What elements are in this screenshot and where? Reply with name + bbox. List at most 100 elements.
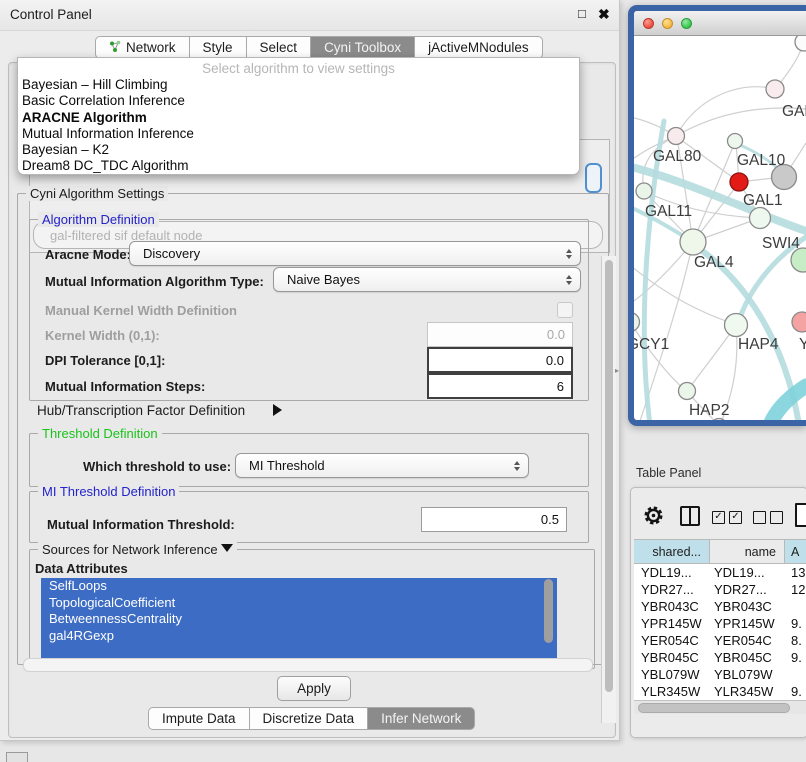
unchecked-checkbox-icon[interactable] (770, 511, 783, 524)
attribute-item-gal4rgexp[interactable]: gal4RGexp (41, 628, 557, 645)
column-header-name[interactable]: name (710, 540, 785, 563)
network-node-label-gal11: GAL11 (645, 203, 692, 220)
network-node-y[interactable] (792, 312, 806, 332)
aracne-mode-label: Aracne Mode: (45, 247, 131, 262)
attribute-item-partial[interactable] (41, 644, 557, 658)
table-cell: YDL19... (634, 565, 710, 580)
stepper-arrows-icon (566, 275, 572, 285)
algorithm-option-aracne-algorithm[interactable]: ARACNE Algorithm (22, 110, 575, 126)
tab-select-label: Select (260, 40, 298, 55)
network-node-gcy1[interactable] (634, 313, 640, 332)
network-node-label-swi4: SWI4 (762, 235, 800, 252)
collapse-down-arrow-icon[interactable] (221, 544, 233, 552)
checked-checkbox-icon[interactable]: ✓ (729, 511, 742, 524)
table-row[interactable]: YBR043CYBR043C (634, 598, 806, 615)
table-row[interactable]: YDL19...YDL19...13 (634, 564, 806, 581)
tab-jactivemnodules[interactable]: jActiveMNodules (415, 36, 543, 59)
column-header-shared-[interactable]: shared... (634, 540, 710, 563)
mi-threshold-field[interactable]: 0.5 (421, 507, 567, 532)
column-header-a[interactable]: A (785, 540, 806, 563)
attribute-item-betweennesscentrality[interactable]: BetweennessCentrality (41, 611, 557, 628)
column-layout-icon[interactable] (680, 506, 700, 526)
network-node-unlabeled[interactable] (795, 36, 806, 51)
table-cell: 8. (785, 633, 806, 648)
network-node-gal4[interactable] (680, 229, 706, 255)
table-row[interactable]: YER054CYER054C8. (634, 632, 806, 649)
stepper-arrows-icon (566, 249, 572, 259)
network-node-hap2[interactable] (679, 383, 696, 400)
algorithm-dropdown-items: Bayesian – Hill ClimbingBasic Correlatio… (22, 77, 575, 175)
tab-network[interactable]: Network (95, 36, 190, 59)
network-canvas[interactable]: GALGAL80GAL10GAL1GAL11GAL4SWI4GCY1HAP4YH… (634, 36, 806, 421)
network-node-gal11[interactable] (636, 183, 652, 199)
gear-icon[interactable] (643, 505, 664, 526)
node-table: shared...nameA YDL19...YDL19...13YDR27..… (634, 539, 806, 701)
mi-steps-field[interactable]: 6 (427, 373, 573, 399)
table-row[interactable]: YBL079WYBL079W (634, 666, 806, 683)
attribute-item-selfloops[interactable]: SelfLoops (41, 578, 557, 595)
attribute-item-topologicalcoefficient[interactable]: TopologicalCoefficient (41, 595, 557, 612)
network-node-gal10[interactable] (728, 134, 743, 149)
tab-jactivemnodules-label: jActiveMNodules (428, 40, 529, 55)
network-edge[interactable] (644, 121, 664, 421)
table-row[interactable]: YPR145WYPR145W9. (634, 615, 806, 632)
tab-impute-data[interactable]: Impute Data (148, 707, 250, 730)
algorithm-option-basic-correlation-inference[interactable]: Basic Correlation Inference (22, 93, 575, 109)
network-view-window: GALGAL80GAL10GAL1GAL11GAL4SWI4GCY1HAP4YH… (628, 5, 806, 426)
dpi-tolerance-field[interactable]: 0.0 (427, 347, 573, 373)
attributes-scrollbar[interactable] (544, 579, 553, 643)
collapsed-panel-chip[interactable] (6, 752, 28, 762)
table-body: YDL19...YDL19...13YDR27...YDR27...12YBR0… (634, 564, 806, 701)
tab-infer-network[interactable]: Infer Network (368, 707, 475, 730)
tab-style[interactable]: Style (190, 36, 247, 59)
network-node-gal80[interactable] (668, 128, 685, 145)
unchecked-checkbox-icon[interactable] (753, 511, 766, 524)
table-row[interactable]: YLR345WYLR345W9. (634, 683, 806, 700)
table-cell: YBR045C (710, 650, 785, 665)
algorithm-option-dream8-dc-tdc-algorithm[interactable]: Dream8 DC_TDC Algorithm (22, 158, 575, 174)
tab-cyni-toolbox[interactable]: Cyni Toolbox (311, 36, 415, 59)
kernel-width-field[interactable]: 0.0 (427, 322, 573, 347)
close-window-icon[interactable]: ✖ (598, 6, 610, 23)
dpi-tolerance-value: 0.0 (546, 353, 564, 368)
table-row[interactable]: YBR045CYBR045C9. (634, 649, 806, 666)
algorithm-option-bayesian-k2[interactable]: Bayesian – K2 (22, 142, 575, 158)
apply-button[interactable]: Apply (277, 676, 351, 701)
close-traffic-light-icon[interactable] (643, 18, 654, 29)
table-row[interactable]: YDR27...YDR27...12 (634, 581, 806, 598)
mi-algorithm-type-combo[interactable]: Naive Bayes (273, 267, 581, 292)
data-attributes-list[interactable]: SelfLoopsTopologicalCoefficientBetweenne… (41, 578, 557, 658)
which-threshold-combo[interactable]: MI Threshold (235, 453, 529, 478)
minimize-traffic-light-icon[interactable] (662, 18, 673, 29)
network-node-label-gal1: GAL1 (743, 192, 783, 209)
network-node-hap4[interactable] (725, 314, 748, 337)
network-window-titlebar (634, 11, 806, 36)
settings-vscrollbar-thumb[interactable] (605, 260, 613, 692)
mi-threshold-label: Mutual Information Threshold: (47, 517, 235, 532)
table-cell: YBL079W (634, 667, 710, 682)
aracne-mode-combo[interactable]: Discovery (129, 241, 581, 266)
table-hscrollbar-thumb[interactable] (638, 703, 790, 713)
tab-impute-data-label: Impute Data (162, 711, 236, 726)
table-hscrollbar[interactable] (634, 700, 806, 714)
settings-vscrollbar[interactable] (601, 256, 616, 723)
network-node-label-hap4: HAP4 (738, 336, 779, 353)
panel-splitter-handle-icon[interactable]: ▸ (615, 366, 619, 375)
sources-title: Sources for Network Inference (38, 542, 237, 557)
new-table-icon[interactable] (795, 503, 806, 527)
table-cell: YDR27... (634, 582, 710, 597)
algorithm-option-mutual-information-inference[interactable]: Mutual Information Inference (22, 126, 575, 142)
mi-threshold-definition-title: MI Threshold Definition (38, 484, 179, 499)
expand-right-arrow-icon[interactable] (273, 402, 282, 420)
network-node-gal[interactable] (766, 80, 784, 98)
zoom-traffic-light-icon[interactable] (681, 18, 692, 29)
manual-kernel-width-checkbox[interactable] (557, 302, 573, 318)
tab-select[interactable]: Select (247, 36, 312, 59)
float-window-icon[interactable]: □ (578, 6, 586, 21)
checked-checkbox-icon[interactable]: ✓ (712, 511, 725, 524)
settings-hscrollbar[interactable] (23, 658, 593, 672)
algorithm-option-bayesian-hill-climbing[interactable]: Bayesian – Hill Climbing (22, 77, 575, 93)
network-node-gal1[interactable] (750, 208, 771, 229)
tab-discretize-data[interactable]: Discretize Data (250, 707, 369, 730)
network-node-unlabeled[interactable] (730, 173, 748, 191)
